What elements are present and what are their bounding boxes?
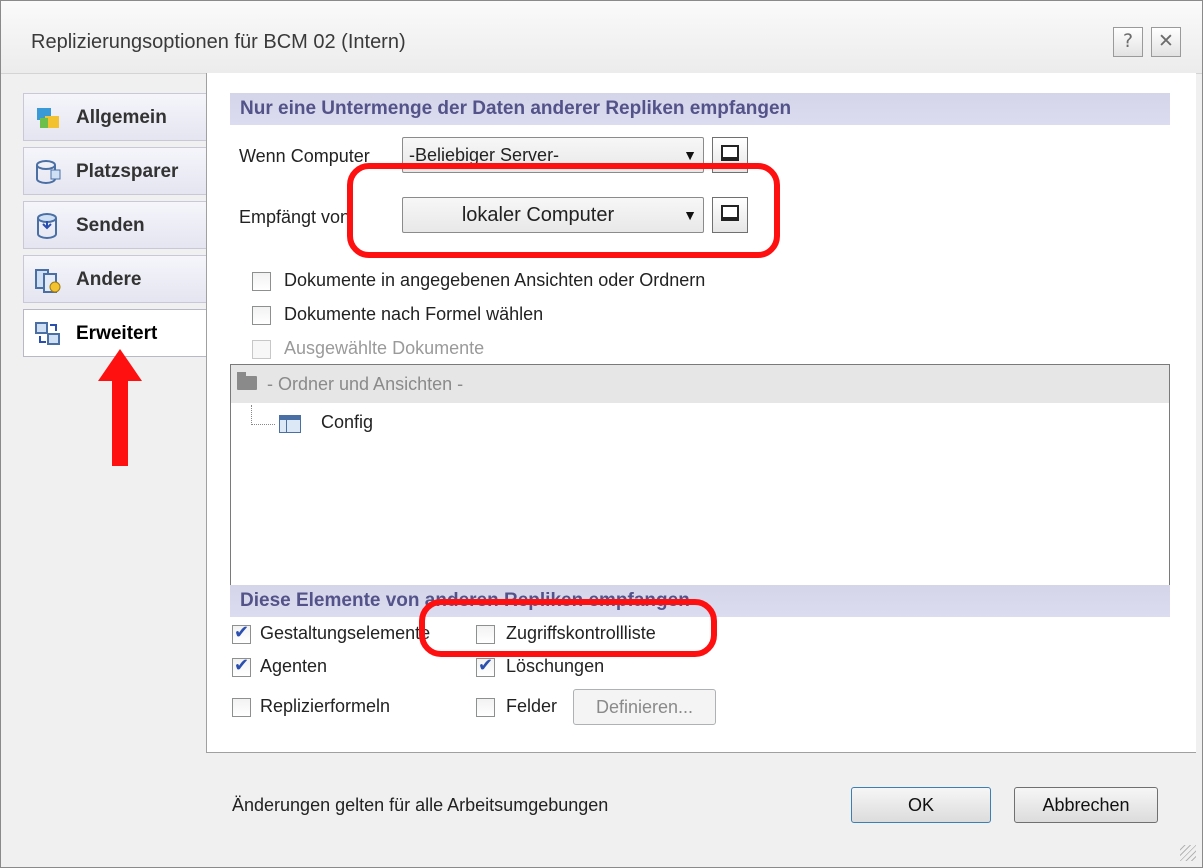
tab-platzsparer[interactable]: Platzsparer: [23, 147, 208, 195]
window-title: Replizierungsoptionen für BCM 02 (Intern…: [31, 31, 406, 53]
option-formula-label: Dokumente nach Formel wählen: [284, 304, 544, 324]
tree-connector: [251, 424, 275, 425]
deletions-label: Löschungen: [506, 656, 605, 676]
agents-checkbox[interactable]: ✔: [232, 655, 251, 677]
when-computer-browse-button[interactable]: [712, 137, 748, 173]
deletions-checkbox[interactable]: ✔: [476, 655, 495, 677]
option-formula-checkbox[interactable]: [252, 306, 271, 325]
option-selected-docs-checkbox[interactable]: [252, 340, 271, 359]
elements-section-header: Diese Elemente von anderen Repliken empf…: [230, 585, 1170, 617]
fields-checkbox[interactable]: [476, 698, 495, 717]
fields-label: Felder: [506, 696, 558, 716]
tab-allgemein[interactable]: Allgemein: [23, 93, 208, 141]
check-mark-icon: ✔: [234, 622, 250, 643]
folder-icon: [237, 372, 257, 390]
tab-platzsparer-label: Platzsparer: [76, 161, 179, 182]
when-computer-label: Wenn Computer: [239, 146, 370, 166]
design-elements-checkbox[interactable]: ✔: [232, 622, 251, 644]
advanced-icon: [35, 322, 60, 345]
receives-from-value: lokaler Computer: [461, 204, 615, 226]
tab-senden-label: Senden: [76, 215, 145, 236]
other-icon: [35, 269, 61, 293]
send-icon: [37, 213, 57, 240]
replication-formulas-checkbox[interactable]: [232, 698, 251, 717]
chevron-down-icon: ▼: [683, 147, 697, 163]
address-book-icon: [721, 205, 739, 221]
design-elements-label: Gestaltungselemente: [260, 623, 431, 643]
title-bar: Replizierungsoptionen für BCM 02 (Intern…: [1, 1, 1202, 74]
cancel-button[interactable]: Abbrechen: [1014, 787, 1158, 823]
folder-view-tree[interactable]: - Ordner und Ansichten - Config: [230, 364, 1170, 587]
receives-from-label: Empfängt von: [239, 207, 351, 227]
tab-allgemein-label: Allgemein: [76, 107, 167, 128]
tab-senden[interactable]: Senden: [23, 201, 208, 249]
tree-header-label: - Ordner und Ansichten -: [267, 374, 464, 394]
agents-label: Agenten: [260, 656, 328, 676]
when-computer-select[interactable]: -Beliebiger Server- ▼: [402, 137, 704, 173]
tree-header: - Ordner und Ansichten -: [231, 365, 1169, 403]
receives-from-select[interactable]: lokaler Computer ▼: [402, 197, 704, 233]
option-views-folders-checkbox[interactable]: [252, 272, 271, 291]
tab-erweitert-label: Erweitert: [76, 323, 158, 344]
space-saver-icon: [36, 160, 61, 185]
define-fields-button[interactable]: Definieren...: [573, 689, 716, 725]
resize-grip[interactable]: [1180, 845, 1196, 861]
tab-andere-label: Andere: [76, 269, 142, 290]
receives-from-browse-button[interactable]: [712, 197, 748, 233]
tree-connector: [251, 405, 252, 425]
tree-item-config[interactable]: Config: [321, 412, 373, 433]
acl-checkbox[interactable]: [476, 625, 495, 644]
subset-section-header: Nur eine Untermenge der Daten anderer Re…: [230, 93, 1170, 125]
check-mark-icon: ✔: [478, 655, 494, 676]
tab-andere[interactable]: Andere: [23, 255, 208, 303]
replication-options-dialog: Replizierungsoptionen für BCM 02 (Intern…: [0, 0, 1203, 868]
annotation-arrow-shaft: [112, 379, 128, 466]
general-icon: [37, 108, 59, 128]
check-mark-icon: ✔: [234, 655, 250, 676]
option-selected-docs-label: Ausgewählte Dokumente: [284, 338, 485, 358]
address-book-icon: [721, 145, 739, 161]
acl-label: Zugriffskontrollliste: [506, 623, 656, 643]
replication-formulas-label: Replizierformeln: [260, 696, 391, 716]
status-text: Änderungen gelten für alle Arbeitsumgebu…: [232, 795, 609, 815]
close-button[interactable]: ✕: [1151, 27, 1181, 57]
help-button[interactable]: ?: [1113, 27, 1143, 57]
chevron-down-icon: ▼: [683, 207, 697, 223]
annotation-arrow-head-icon: [98, 349, 142, 381]
ok-button[interactable]: OK: [851, 787, 991, 823]
when-computer-value: -Beliebiger Server-: [409, 145, 560, 165]
view-icon: [279, 415, 301, 433]
option-views-folders-label: Dokumente in angegebenen Ansichten oder …: [284, 270, 706, 290]
